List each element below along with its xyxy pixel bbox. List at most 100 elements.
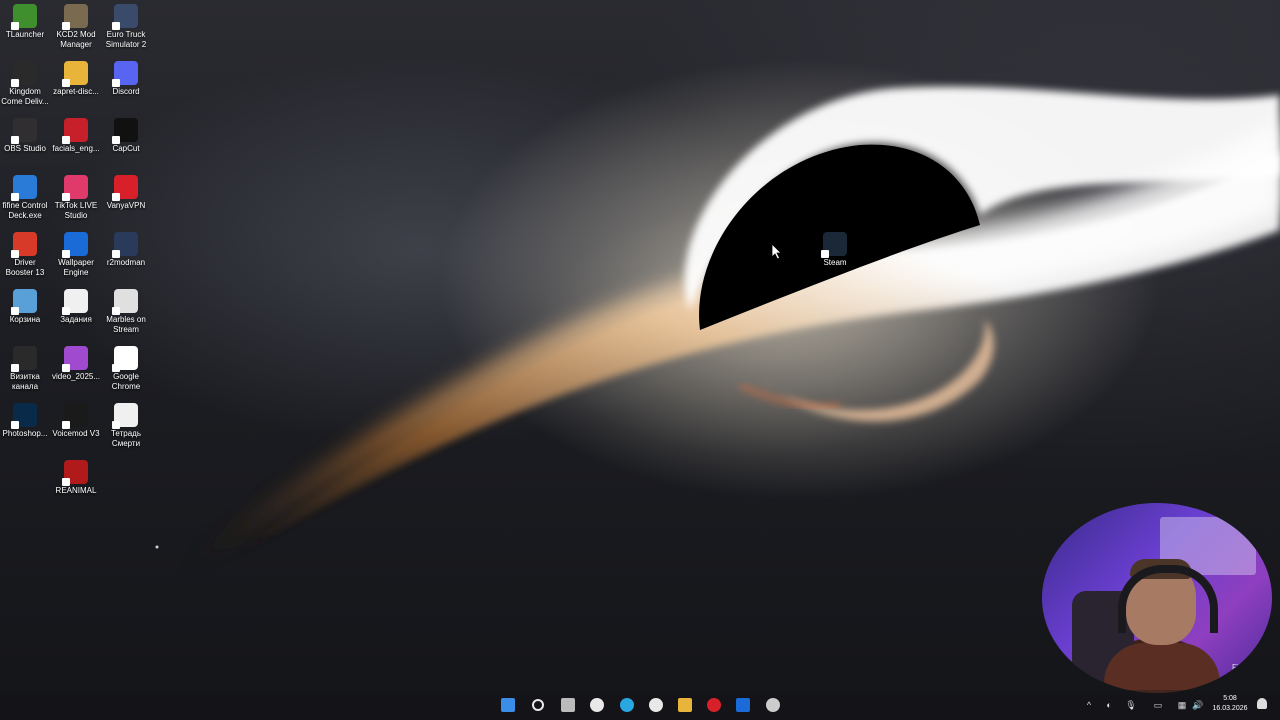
desktop-icon[interactable]: Wallpaper Engine [51, 232, 101, 278]
headset-icon[interactable]: ◐ [1103, 699, 1115, 711]
desktop-icon[interactable]: Steam [810, 232, 860, 268]
driver-booster-icon [11, 232, 37, 258]
desktop-icon-label: video_2025... [51, 372, 101, 381]
desktop-icon[interactable]: CapCut [101, 118, 151, 154]
taskbar-red-app-button[interactable] [704, 695, 724, 715]
streamer-body [1104, 643, 1220, 693]
shortcut-arrow-icon [11, 421, 19, 429]
desktop-icon[interactable]: Photoshop... [0, 403, 50, 439]
taskbar-start-button[interactable] [498, 695, 518, 715]
desktop-icon[interactable]: video_2025... [51, 346, 101, 382]
desktop-icon-label: Discord [112, 87, 140, 96]
desktop-icon-label: CapCut [112, 144, 140, 153]
desktop-icon-label: Wallpaper Engine [58, 258, 94, 277]
shortcut-arrow-icon [62, 79, 70, 87]
taskbar-task-view-button[interactable] [558, 695, 578, 715]
shortcut-arrow-icon [112, 307, 120, 315]
shortcut-arrow-icon [11, 193, 19, 201]
shortcut-arrow-icon [62, 193, 70, 201]
recycle-bin-icon [11, 289, 37, 315]
desktop-icon[interactable]: VanyaVPN [101, 175, 151, 211]
desktop-icon[interactable]: Визитка канала [0, 346, 50, 392]
desktop-icon[interactable]: r2modman [101, 232, 151, 268]
telegram-icon [620, 698, 634, 712]
shortcut-arrow-icon [821, 250, 829, 258]
taskbar-steam-button[interactable] [763, 695, 783, 715]
video-file-icon [11, 346, 37, 372]
headphones-icon [1118, 565, 1218, 633]
desktop-icon-label: Тетрадь Смерти [110, 429, 142, 448]
desktop-icon-label: REANIMAL [55, 486, 97, 495]
reanimal-icon [62, 460, 88, 486]
taskbar-chrome-button[interactable] [587, 695, 607, 715]
shortcut-arrow-icon [11, 79, 19, 87]
task-view-icon [561, 698, 575, 712]
desktop-icon[interactable]: Euro Truck Simulator 2 [101, 4, 151, 50]
desktop-icon-label: Voicemod V3 [52, 429, 100, 438]
obs-icon [11, 118, 37, 144]
truck-icon [112, 4, 138, 30]
folder-icon [678, 698, 692, 712]
desktop-icon[interactable]: Voicemod V3 [51, 403, 101, 439]
desktop-icon-label: fifine Control Deck.exe [2, 201, 48, 220]
desktop-icon[interactable]: KCD2 Mod Manager [51, 4, 101, 50]
shortcut-arrow-icon [112, 136, 120, 144]
shortcut-arrow-icon [11, 250, 19, 258]
taskbar-telegram-button[interactable] [617, 695, 637, 715]
taskbar-wallpaper-engine-button[interactable] [733, 695, 753, 715]
voicemod-icon [62, 403, 88, 429]
desktop-icon[interactable]: Google Chrome [101, 346, 151, 392]
shortcut-arrow-icon [112, 364, 120, 372]
battery-icon[interactable]: ▭ [1152, 699, 1164, 711]
desktop-icon[interactable]: REANIMAL [51, 460, 101, 496]
speaker-icon[interactable]: 🔊 [1192, 699, 1204, 711]
desktop-icon[interactable]: fifine Control Deck.exe [0, 175, 50, 221]
r2modman-icon [112, 232, 138, 258]
document-icon [62, 118, 88, 144]
webcam-overlay: Finity [1042, 503, 1272, 693]
vpn-icon [112, 175, 138, 201]
desktop-icon-label: Photoshop... [2, 429, 48, 438]
shortcut-arrow-icon [62, 22, 70, 30]
desktop-icon-label: Driver Booster 13 [5, 258, 45, 277]
desktop-icon[interactable]: Driver Booster 13 [0, 232, 50, 278]
shortcut-arrow-icon [62, 307, 70, 315]
network-icon[interactable]: ▦ [1176, 699, 1188, 711]
desktop-icon[interactable]: Discord [101, 61, 151, 97]
desktop-icon-label: VanyaVPN [106, 201, 146, 210]
wallpaper-engine-icon [736, 698, 750, 712]
desktop-icon[interactable]: zapret-disc... [51, 61, 101, 97]
desktop-icon[interactable]: TLauncher [0, 4, 50, 40]
tiktok-icon [62, 175, 88, 201]
desktop-icon-label: r2modman [106, 258, 146, 267]
shortcut-arrow-icon [11, 364, 19, 372]
fifine-icon [11, 175, 37, 201]
desktop-icon-label: TikTok LIVE Studio [54, 201, 98, 220]
desktop-icon[interactable]: Kingdom Come Deliv... [0, 61, 50, 107]
taskbar-yandex-browser-button[interactable] [646, 695, 666, 715]
desktop-icon[interactable]: facials_eng... [51, 118, 101, 154]
desktop-icon[interactable]: Marbles on Stream [101, 289, 151, 335]
gear-icon [62, 4, 88, 30]
chevron-up-icon[interactable]: ^ [1083, 699, 1095, 711]
shortcut-arrow-icon [62, 421, 70, 429]
desktop-icon[interactable]: Тетрадь Смерти [101, 403, 151, 449]
desktop-icon-label: KCD2 Mod Manager [56, 30, 96, 49]
desktop-icon[interactable]: Задания [51, 289, 101, 325]
microphone-icon[interactable]: 🎙 [1125, 699, 1137, 711]
steam-icon [766, 698, 780, 712]
taskbar-search-button[interactable] [528, 695, 548, 715]
taskbar-file-explorer-button[interactable] [675, 695, 695, 715]
desktop-icon[interactable]: TikTok LIVE Studio [51, 175, 101, 221]
desktop-icon-label: Kingdom Come Deliv... [1, 87, 49, 106]
mouse-cursor-icon [772, 244, 782, 260]
notification-bell-icon[interactable] [1257, 698, 1267, 709]
shortcut-arrow-icon [62, 250, 70, 258]
shortcut-arrow-icon [11, 136, 19, 144]
shortcut-arrow-icon [62, 364, 70, 372]
desktop-icon[interactable]: Корзина [0, 289, 50, 325]
desktop-icon[interactable]: OBS Studio [0, 118, 50, 154]
shortcut-arrow-icon [112, 193, 120, 201]
chrome-icon [590, 698, 604, 712]
taskbar-clock[interactable]: 5:08 16.03.2026 [1206, 694, 1254, 714]
